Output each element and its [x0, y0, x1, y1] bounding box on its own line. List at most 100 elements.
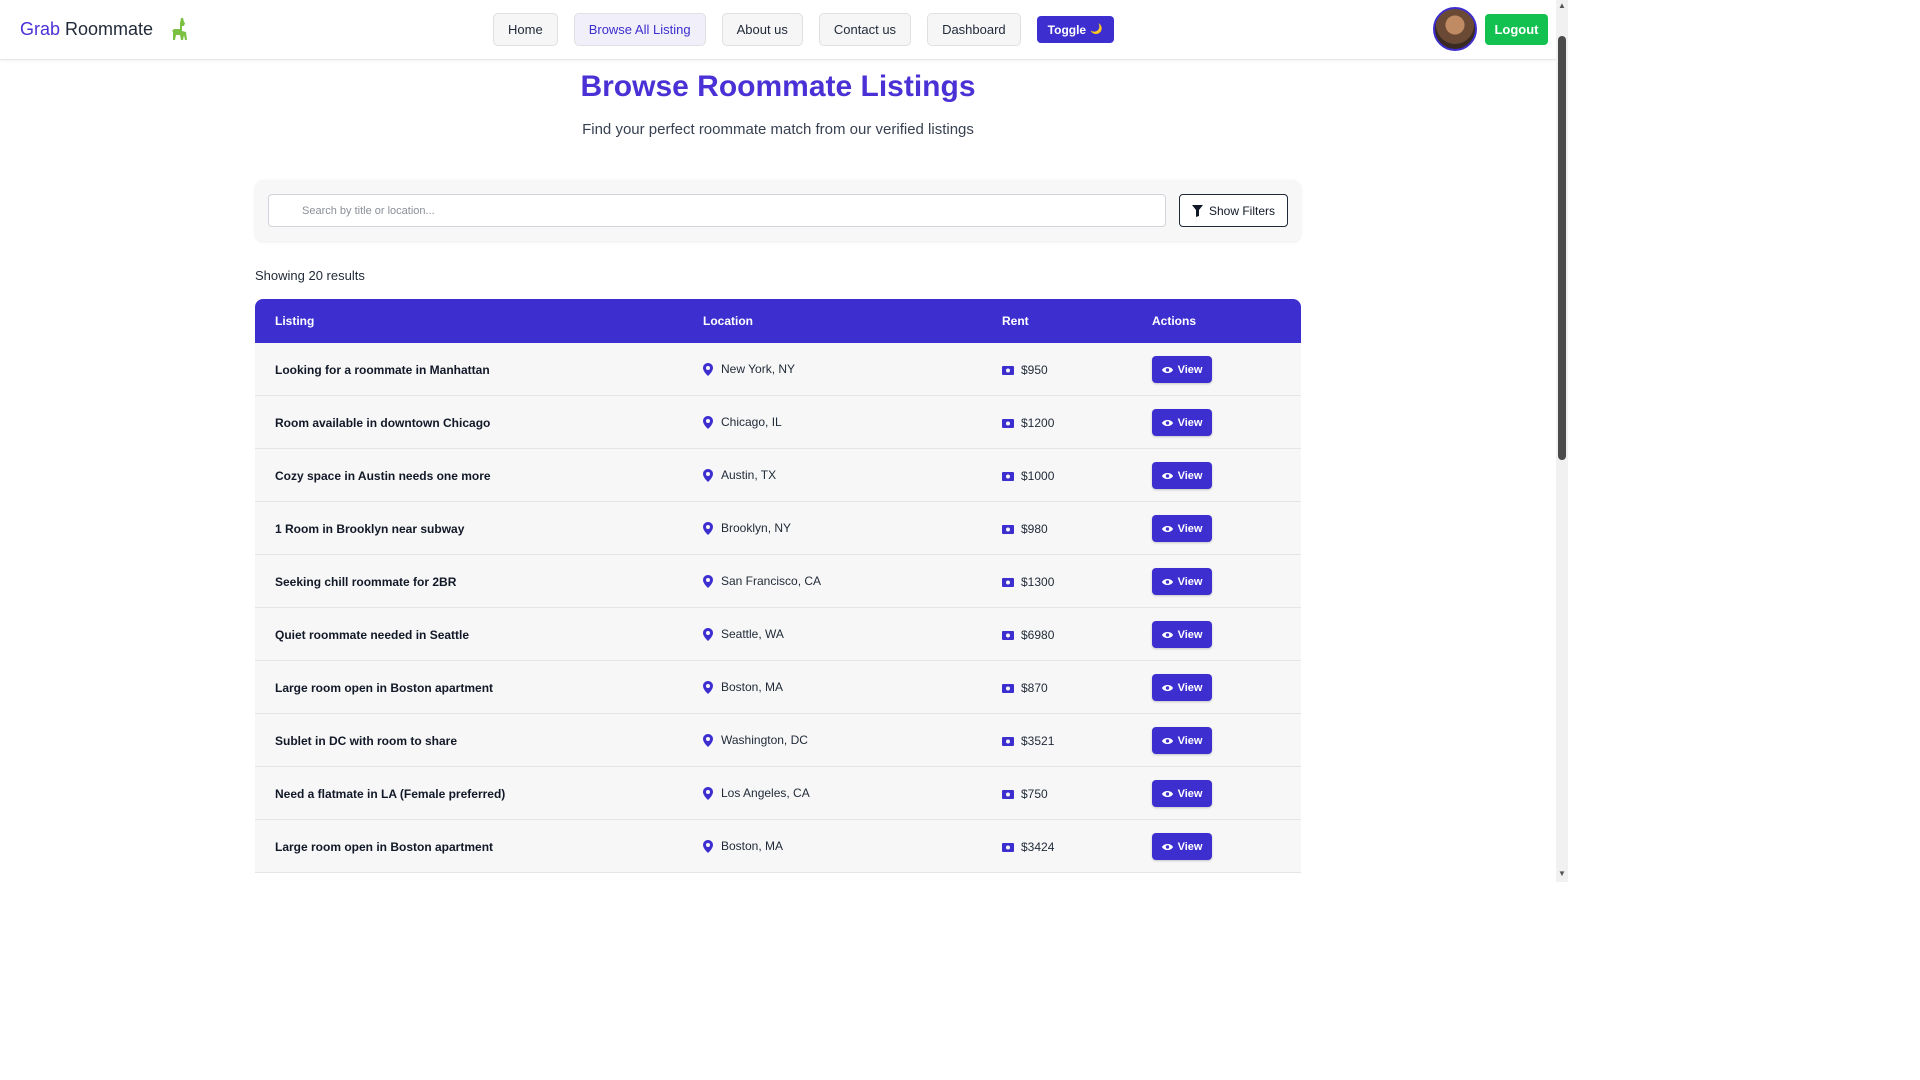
brand-part2: Roommate [65, 18, 154, 39]
view-label: View [1177, 363, 1203, 376]
nav-about-label: About us [736, 22, 788, 37]
location-text: New York, NY [721, 362, 796, 376]
view-label: View [1177, 522, 1203, 535]
listing-location: Los Angeles, CA [703, 786, 810, 800]
rent-text: $950 [1021, 363, 1048, 377]
nav-contact-label: Contact us [833, 22, 897, 37]
view-button[interactable]: View [1152, 356, 1212, 383]
listing-title: Need a flatmate in LA (Female preferred) [275, 787, 506, 801]
listings-table: Listing Location Rent Actions Looking fo… [255, 299, 1301, 873]
navbar: Grab Roommate Home Browse All Listing Ab… [0, 0, 1556, 60]
view-button[interactable]: View [1152, 780, 1212, 807]
logout-button[interactable]: Logout [1485, 14, 1548, 45]
eye-icon [1161, 578, 1173, 585]
listing-rent: $1300 [1002, 575, 1054, 589]
listing-rent: $870 [1002, 681, 1048, 695]
filter-icon [1191, 204, 1203, 217]
rent-text: $1000 [1021, 469, 1055, 483]
money-bill-icon [1002, 365, 1014, 375]
header-location: Location [703, 314, 753, 328]
location-text: Chicago, IL [721, 415, 782, 429]
search-input[interactable] [268, 194, 1166, 227]
nav-home[interactable]: Home [493, 13, 558, 46]
nav-dashboard[interactable]: Dashboard [927, 13, 1021, 46]
eye-icon [1161, 790, 1173, 797]
rent-text: $3424 [1021, 840, 1055, 854]
listing-location: Boston, MA [703, 680, 783, 694]
listing-rent: $1200 [1002, 416, 1054, 430]
map-pin-icon [703, 627, 713, 641]
avatar[interactable] [1433, 7, 1477, 51]
show-filters-button[interactable]: Show Filters [1179, 194, 1288, 227]
table-row: 1 Room in Brooklyn near subway Brooklyn, … [255, 502, 1301, 555]
view-button[interactable]: View [1152, 462, 1212, 489]
theme-toggle-button[interactable]: Toggle 🌙 [1036, 16, 1114, 43]
scroll-up-arrow-icon[interactable]: ▲ [1558, 2, 1566, 10]
eye-icon [1161, 737, 1173, 744]
scrollbar[interactable]: ▲ ▼ [1556, 0, 1568, 882]
nav-contact-us[interactable]: Contact us [818, 13, 912, 46]
map-pin-icon [703, 362, 713, 376]
listing-rent: $3424 [1002, 840, 1054, 854]
view-button[interactable]: View [1152, 515, 1212, 542]
view-button[interactable]: View [1152, 674, 1212, 701]
view-button[interactable]: View [1152, 409, 1212, 436]
location-text: Washington, DC [721, 733, 808, 747]
money-bill-icon [1002, 683, 1014, 693]
rent-text: $1200 [1021, 416, 1055, 430]
view-button[interactable]: View [1152, 568, 1212, 595]
logout-label: Logout [1494, 22, 1539, 37]
table-row: Quiet roommate needed in Seattle Seattle,… [255, 608, 1301, 661]
scroll-down-arrow-icon[interactable]: ▼ [1558, 870, 1566, 878]
listing-rent: $750 [1002, 787, 1048, 801]
location-text: Boston, MA [721, 680, 784, 694]
eye-icon [1161, 419, 1173, 426]
table-body: Looking for a roommate in Manhattan New Y… [255, 343, 1301, 873]
results-count: Showing 20 results [255, 268, 365, 283]
header-rent: Rent [1002, 314, 1029, 328]
eye-icon [1161, 525, 1173, 532]
location-text: San Francisco, CA [721, 574, 822, 588]
listing-title: Large room open in Boston apartment [275, 840, 494, 854]
view-label: View [1177, 628, 1203, 641]
money-bill-icon [1002, 630, 1014, 640]
header-listing: Listing [275, 314, 315, 328]
location-text: Brooklyn, NY [721, 521, 792, 535]
money-bill-icon [1002, 842, 1014, 852]
rent-text: $3521 [1021, 734, 1055, 748]
table-row: Need a flatmate in LA (Female preferred)… [255, 767, 1301, 820]
listing-location: Chicago, IL [703, 415, 782, 429]
nav-browse-label: Browse All Listing [588, 22, 691, 37]
table-header: Listing Location Rent Actions [255, 299, 1301, 343]
map-pin-icon [703, 839, 713, 853]
view-label: View [1177, 787, 1203, 800]
map-pin-icon [703, 521, 713, 535]
toggle-label: Toggle [1047, 22, 1087, 37]
llama-icon [172, 18, 188, 40]
location-text: Boston, MA [721, 839, 784, 853]
money-bill-icon [1002, 418, 1014, 428]
nav-about-us[interactable]: About us [721, 13, 803, 46]
eye-icon [1161, 843, 1173, 850]
listing-title: Seeking chill roommate for 2BR [275, 575, 457, 589]
map-pin-icon [703, 680, 713, 694]
view-label: View [1177, 840, 1203, 853]
show-filters-label: Show Filters [1208, 203, 1276, 218]
view-label: View [1177, 575, 1203, 588]
listing-title: 1 Room in Brooklyn near subway [275, 522, 465, 536]
nav-dashboard-label: Dashboard [942, 22, 1006, 37]
moon-icon: 🌙 [1090, 24, 1103, 35]
scroll-thumb[interactable] [1558, 36, 1566, 460]
rent-text: $750 [1021, 787, 1048, 801]
brand-logo[interactable]: Grab Roommate [20, 17, 189, 41]
view-button[interactable]: View [1152, 727, 1212, 754]
listing-location: Austin, TX [703, 468, 776, 482]
page-subtitle: Find your perfect roommate match from ou… [582, 121, 974, 138]
money-bill-icon [1002, 524, 1014, 534]
money-bill-icon [1002, 471, 1014, 481]
view-button[interactable]: View [1152, 833, 1212, 860]
nav-browse-all-listing[interactable]: Browse All Listing [573, 13, 706, 46]
view-button[interactable]: View [1152, 621, 1212, 648]
listing-location: Seattle, WA [703, 627, 784, 641]
map-pin-icon [703, 733, 713, 747]
